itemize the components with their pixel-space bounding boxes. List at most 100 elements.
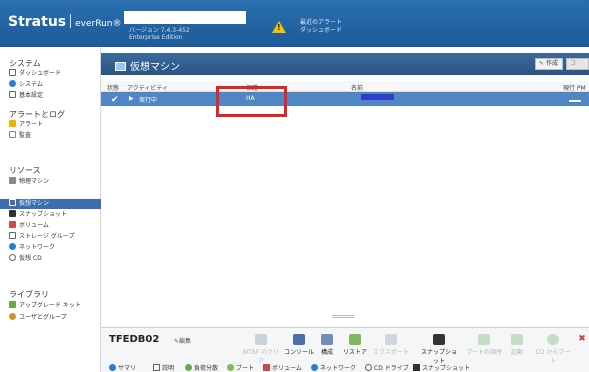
sidebar-item-audit[interactable]: 監査: [9, 131, 101, 141]
create-icon: ✎: [539, 60, 545, 67]
audit-icon: [9, 131, 16, 138]
col-activity[interactable]: アクティビティ: [127, 83, 168, 92]
volume-icon: [9, 221, 16, 228]
export-button[interactable]: エクスポート: [371, 334, 411, 356]
virtual-machine-icon: [9, 199, 16, 206]
table-row[interactable]: ✔ ▶ 実行中 HA: [101, 92, 589, 106]
clear-mtbf-button[interactable]: MTBF のクリア: [241, 334, 281, 365]
clear-mtbf-icon: [255, 334, 267, 345]
alert-warning-icon[interactable]: [272, 21, 286, 33]
action-label: エクスポート: [373, 349, 409, 356]
sidebar-item-users-groups[interactable]: ユーザとグループ: [9, 313, 101, 323]
version-info: バージョン 7.4.3-452 Enterprise Edition: [129, 27, 190, 41]
sidebar-item-system[interactable]: システム: [9, 80, 101, 90]
app-header: Stratus everRun® バージョン 7.4.3-452 Enterpri…: [0, 0, 589, 47]
tab-label: 説明: [162, 365, 175, 372]
toolbar-button-cut[interactable]: コ: [566, 58, 589, 70]
logo-sub: everRun®: [75, 19, 122, 29]
page-title: 仮想マシン: [115, 58, 180, 73]
boot-from-cd-button[interactable]: CD からブート: [533, 334, 573, 365]
section-resources: リソース: [9, 166, 41, 175]
current-pm-cell: [569, 97, 581, 102]
col-state[interactable]: 状態: [107, 83, 119, 92]
tab-summary[interactable]: サマリ: [109, 363, 136, 372]
sidebar-item-label: 仮想マシン: [19, 200, 50, 207]
tab-cd-drives[interactable]: CD ドライブ: [365, 363, 409, 372]
sidebar-item-storage-groups[interactable]: ストレージ グループ: [9, 232, 101, 242]
volume-icon: [263, 364, 270, 371]
edit-label: 編集: [179, 338, 192, 345]
col-current-pm[interactable]: 現行 PM: [563, 83, 586, 92]
sidebar-item-label: スナップショット: [19, 211, 68, 218]
start-icon: [511, 334, 523, 345]
vm-name: TFEDB02: [109, 334, 160, 345]
tab-description[interactable]: 説明: [153, 363, 174, 372]
sidebar-item-label: 物理マシン: [19, 178, 50, 185]
upgrade-kit-icon: [9, 301, 16, 308]
vm-details-panel: TFEDB02 ✎編集 MTBF のクリア コンソール 構成 リストア エクスポ…: [101, 327, 589, 372]
virtual-machine-icon: [115, 62, 126, 71]
cd-icon: [365, 364, 372, 371]
highlight-box: [216, 86, 287, 117]
sidebar-item-snapshots[interactable]: スナップショット: [9, 210, 101, 220]
users-icon: [9, 313, 16, 320]
tab-networks[interactable]: ネットワーク: [311, 363, 356, 372]
boot-sequence-icon: [478, 334, 490, 345]
sidebar-item-virtual-machines[interactable]: 仮想マシン: [0, 199, 101, 209]
camera-icon: [9, 210, 16, 217]
sidebar-item-label: ユーザとグループ: [19, 314, 67, 321]
sidebar-item-upgrade-kits[interactable]: アップグレード キット: [9, 301, 101, 311]
start-button[interactable]: 起動: [497, 334, 537, 356]
panel-splitter[interactable]: [332, 315, 354, 318]
edit-link[interactable]: ✎編集: [174, 336, 191, 345]
sidebar-item-label: 監査: [19, 132, 32, 139]
sidebar-item-virtual-cd[interactable]: 仮想 CD: [9, 254, 101, 264]
camera-icon: [433, 334, 445, 345]
sidebar-item-alerts[interactable]: アラート: [9, 120, 101, 130]
section-alerts-logs: アラートとログ: [9, 110, 65, 119]
create-button[interactable]: ✎ 作成: [535, 58, 563, 70]
recent-alerts-link[interactable]: 最近のアラート ダッシュボード: [300, 19, 342, 35]
tab-load-balance[interactable]: 負荷分散: [185, 363, 218, 372]
alert-icon: [9, 120, 16, 127]
system-icon: [9, 80, 16, 87]
toolbar-button-label: コ: [570, 60, 577, 67]
sidebar-item-networks[interactable]: ネットワーク: [9, 243, 101, 253]
remove-icon[interactable]: ✖: [575, 334, 589, 344]
action-label: 構成: [320, 349, 333, 356]
dashboard-icon: [9, 69, 16, 76]
details-tabs: サマリ 説明 負荷分散 ブート ボリューム ネットワーク CD ドライブ スナッ…: [101, 362, 589, 372]
sidebar-item-label: ネットワーク: [19, 244, 56, 251]
action-label: 起動: [510, 349, 523, 356]
tab-volumes[interactable]: ボリューム: [263, 363, 302, 372]
summary-icon: [109, 364, 116, 371]
create-label: 作成: [546, 60, 559, 67]
physical-machine-icon: [9, 177, 16, 184]
sidebar: システム ダッシュボード システム 基本設定 アラートとログ アラート 監査 リ…: [0, 47, 101, 372]
sidebar-item-volumes[interactable]: ボリューム: [9, 221, 101, 231]
config-icon: [321, 334, 333, 345]
col-name[interactable]: 名前: [351, 83, 363, 92]
play-icon: ▶: [129, 95, 134, 102]
console-icon: [293, 334, 305, 345]
cd-icon: [9, 254, 16, 261]
page-title-text: 仮想マシン: [130, 62, 180, 73]
sidebar-item-dashboard[interactable]: ダッシュボード: [9, 69, 101, 79]
export-icon: [385, 334, 397, 345]
sidebar-item-label: 基本設定: [19, 92, 44, 99]
description-icon: [153, 364, 160, 371]
restore-button[interactable]: リストア: [335, 334, 375, 356]
logo-text: Stratus: [8, 14, 67, 30]
tab-snapshots[interactable]: スナップショット: [413, 363, 470, 372]
system-name-redacted: [124, 11, 246, 24]
panel-header: 仮想マシン ✎ 作成 コ: [101, 53, 589, 75]
tab-boot[interactable]: ブート: [227, 363, 254, 372]
table-header: 状態 アクティビティ 保護 名前 現行 PM: [101, 81, 589, 92]
sidebar-item-label: ボリューム: [19, 222, 49, 229]
stratus-logo: Stratus everRun®: [8, 14, 121, 30]
snapshot-button[interactable]: スナップショット: [419, 334, 459, 365]
sidebar-item-physical-machines[interactable]: 物理マシン: [9, 177, 101, 187]
sidebar-item-preferences[interactable]: 基本設定: [9, 91, 101, 101]
restore-icon: [349, 334, 361, 345]
action-label: リストア: [342, 349, 367, 356]
